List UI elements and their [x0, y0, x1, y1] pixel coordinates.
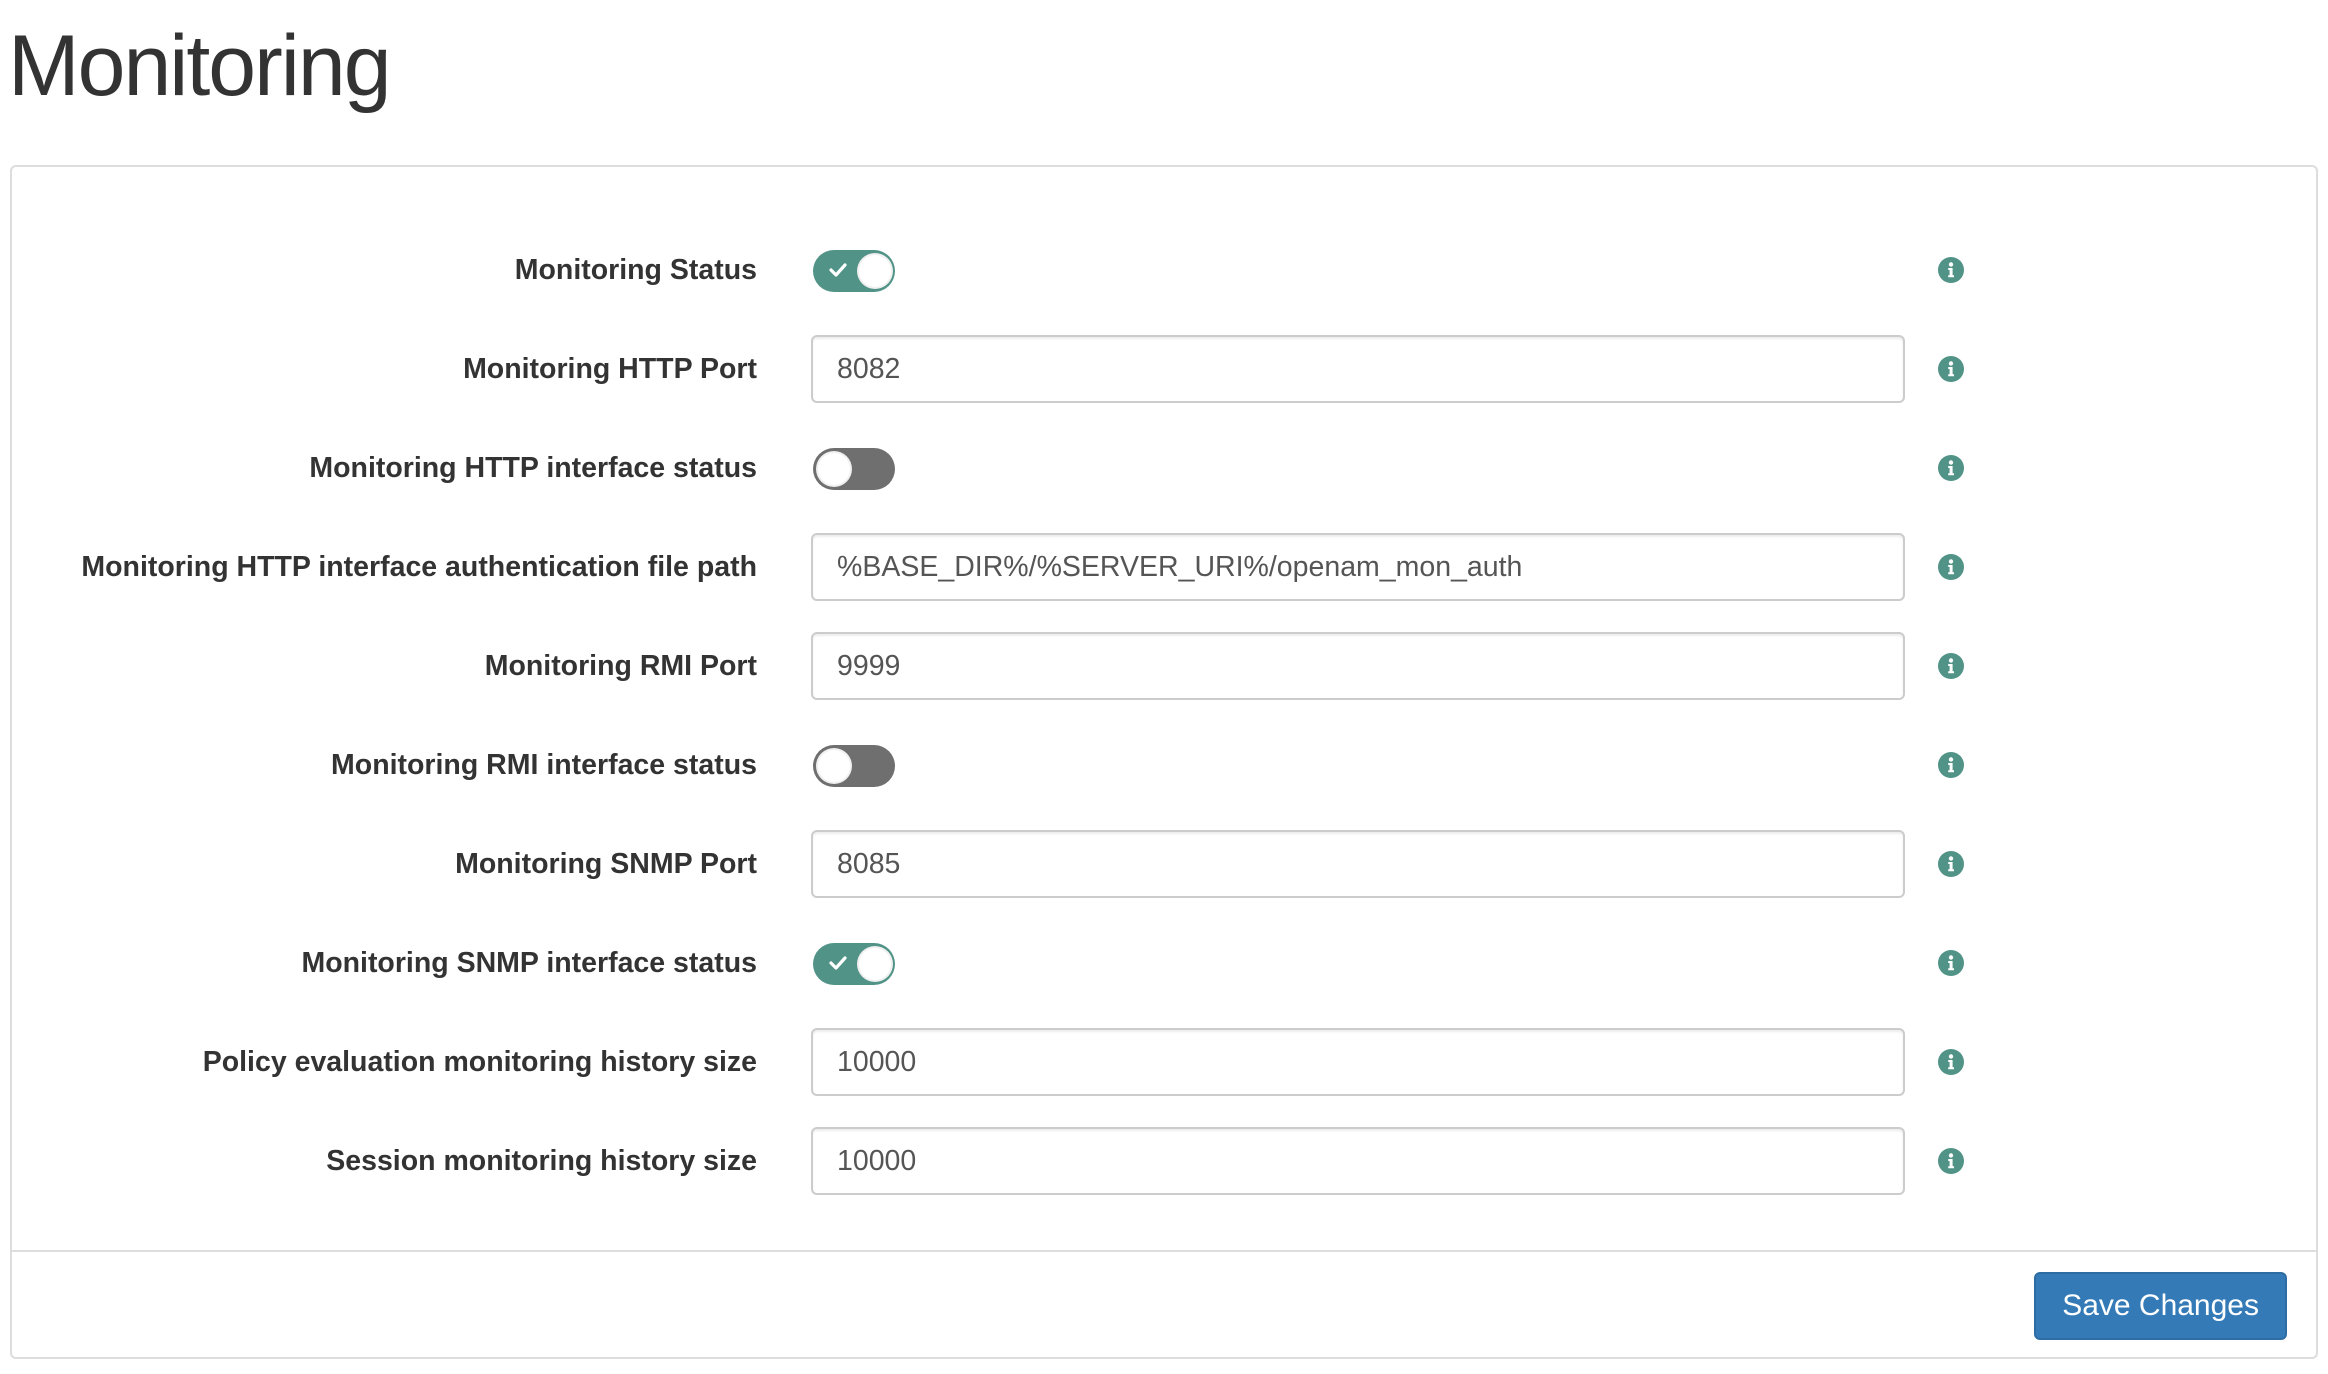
info-icon[interactable]	[1938, 752, 1964, 778]
info-icon[interactable]	[1938, 1148, 1964, 1174]
form-row-monitoring-http-auth-file-path: Monitoring HTTP interface authentication…	[12, 518, 2316, 616]
toggle-knob	[816, 748, 852, 784]
toggle-knob	[857, 253, 893, 289]
monitoring-snmp-interface-status-toggle[interactable]	[813, 943, 895, 985]
monitoring-http-interface-status-label: Monitoring HTTP interface status	[309, 452, 757, 484]
monitoring-rmi-port-label: Monitoring RMI Port	[484, 650, 757, 682]
info-icon[interactable]	[1938, 1049, 1964, 1075]
info-icon[interactable]	[1938, 455, 1964, 481]
info-icon[interactable]	[1938, 356, 1964, 382]
save-changes-button[interactable]: Save Changes	[2034, 1272, 2287, 1340]
session-history-size-input[interactable]	[811, 1127, 1905, 1195]
monitoring-http-auth-file-path-input[interactable]	[811, 533, 1905, 601]
policy-evaluation-history-size-label: Policy evaluation monitoring history siz…	[202, 1046, 757, 1078]
monitoring-http-port-input[interactable]	[811, 335, 1905, 403]
toggle-knob	[857, 946, 893, 982]
check-icon	[829, 956, 847, 970]
monitoring-http-interface-status-toggle[interactable]	[813, 448, 895, 490]
info-icon[interactable]	[1938, 554, 1964, 580]
monitoring-status-label: Monitoring Status	[514, 254, 757, 286]
monitoring-settings-panel: Monitoring Status Monitoring HTTP Port M…	[10, 165, 2318, 1359]
form-row-monitoring-http-port: Monitoring HTTP Port	[12, 320, 2316, 418]
form-row-monitoring-http-interface-status: Monitoring HTTP interface status	[12, 419, 2316, 517]
form-row-monitoring-status: Monitoring Status	[12, 221, 2316, 319]
page-title: Monitoring	[8, 18, 392, 114]
info-icon[interactable]	[1938, 257, 1964, 283]
monitoring-status-toggle[interactable]	[813, 250, 895, 292]
form-row-monitoring-rmi-interface-status: Monitoring RMI interface status	[12, 716, 2316, 814]
form-row-monitoring-rmi-port: Monitoring RMI Port	[12, 617, 2316, 715]
info-icon[interactable]	[1938, 851, 1964, 877]
monitoring-rmi-interface-status-toggle[interactable]	[813, 745, 895, 787]
monitoring-snmp-interface-status-label: Monitoring SNMP interface status	[301, 947, 757, 979]
session-history-size-label: Session monitoring history size	[326, 1145, 757, 1177]
info-icon[interactable]	[1938, 950, 1964, 976]
panel-footer: Save Changes	[12, 1250, 2316, 1359]
form-row-monitoring-snmp-interface-status: Monitoring SNMP interface status	[12, 914, 2316, 1012]
monitoring-http-port-label: Monitoring HTTP Port	[463, 353, 757, 385]
monitoring-page: Monitoring Monitoring Status Monitoring …	[0, 0, 2328, 1374]
policy-evaluation-history-size-input[interactable]	[811, 1028, 1905, 1096]
form-row-session-history-size: Session monitoring history size	[12, 1112, 2316, 1210]
form-row-monitoring-snmp-port: Monitoring SNMP Port	[12, 815, 2316, 913]
monitoring-snmp-port-input[interactable]	[811, 830, 1905, 898]
info-icon[interactable]	[1938, 653, 1964, 679]
monitoring-http-auth-file-path-label: Monitoring HTTP interface authentication…	[81, 551, 757, 583]
monitoring-snmp-port-label: Monitoring SNMP Port	[455, 848, 757, 880]
toggle-knob	[816, 451, 852, 487]
monitoring-rmi-port-input[interactable]	[811, 632, 1905, 700]
monitoring-rmi-interface-status-label: Monitoring RMI interface status	[331, 749, 757, 781]
check-icon	[829, 263, 847, 277]
form-row-policy-evaluation-history-size: Policy evaluation monitoring history siz…	[12, 1013, 2316, 1111]
